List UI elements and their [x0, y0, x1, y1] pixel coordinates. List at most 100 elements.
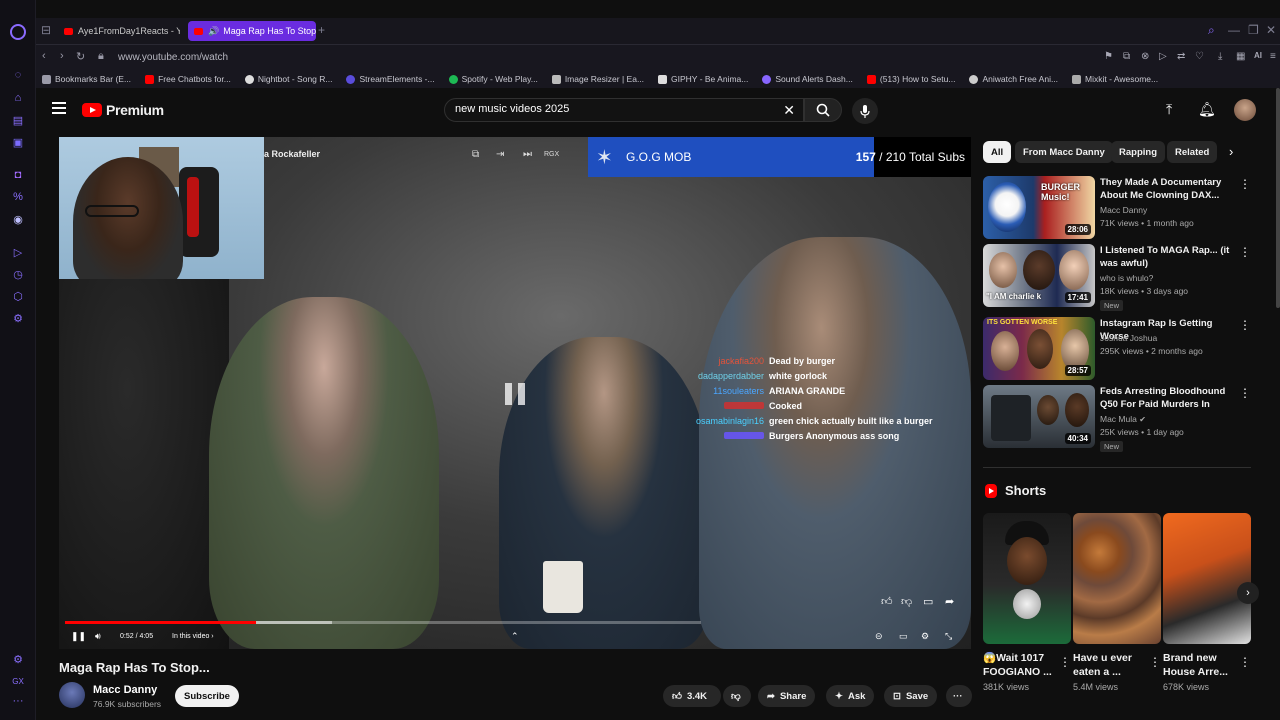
new-tab-icon[interactable]: + — [318, 23, 325, 37]
recommendation-item[interactable]: BURGER Music! 28:06 They Made A Document… — [983, 176, 1251, 240]
short-thumbnail[interactable] — [1163, 513, 1251, 644]
more-vert-icon[interactable]: ⋮ — [1239, 177, 1251, 191]
play-icon[interactable]: ▷ — [1159, 51, 1167, 62]
video-thumbnail[interactable]: 40:34 — [983, 385, 1095, 448]
more-vert-icon[interactable]: ⋮ — [1059, 655, 1071, 669]
bookmark-item[interactable]: Nightbot - Song R... — [244, 74, 332, 84]
volume-icon[interactable]: 🔊︎ — [95, 631, 101, 642]
search-button[interactable] — [804, 98, 842, 122]
subscribe-button[interactable]: Subscribe — [175, 685, 239, 707]
page-scrollbar[interactable] — [1276, 88, 1280, 308]
short-title[interactable]: 😱Wait 1017 FOOGIANO ... — [983, 651, 1057, 679]
bookmark-item[interactable]: Image Resizer | Ea... — [551, 74, 644, 84]
share-button[interactable]: ➦ Share — [758, 685, 816, 707]
dislike-button[interactable]: 👎︎ — [723, 685, 751, 707]
tab-manager-icon[interactable]: ⊟ — [41, 23, 51, 37]
settings-icon[interactable]: ⚙ — [9, 309, 27, 327]
heart-icon[interactable]: ♡ — [1195, 51, 1204, 62]
tab-aye1fromday1reacts[interactable]: Aye1FromDay1Reacts - Yo — [58, 21, 180, 41]
chapter-button[interactable]: In this video › — [172, 633, 214, 640]
short-thumbnail[interactable] — [1073, 513, 1161, 644]
bookmark-item[interactable]: Mixkit - Awesome... — [1072, 74, 1158, 84]
recommendation-channel[interactable]: who is whulo? — [1100, 273, 1153, 283]
twitch-icon[interactable]: ◘ — [9, 166, 27, 184]
bookmark-item[interactable]: StreamElements -... — [346, 74, 435, 84]
short-thumbnail[interactable] — [983, 513, 1071, 644]
opera-logo-icon[interactable] — [10, 24, 26, 40]
ask-button[interactable]: ✦ Ask — [826, 685, 875, 707]
reload-icon[interactable]: ↻ — [76, 50, 85, 63]
bookmark-item[interactable]: Aniwatch Free Ani... — [969, 74, 1058, 84]
video-player[interactable]: a Rockafeller ⧉ ⇥ ⏭ RGX ✶ G.O.G MOB 157 … — [59, 137, 971, 649]
chevron-right-icon[interactable]: › — [1229, 144, 1233, 159]
more-vert-icon[interactable]: ⋮ — [1149, 655, 1161, 669]
workspaces-icon[interactable]: ⌂ — [9, 89, 27, 107]
forward-icon[interactable]: › — [60, 50, 64, 62]
more-actions-button[interactable]: ··· — [946, 685, 972, 707]
like-button[interactable]: 👍︎ 3.4K — [663, 685, 721, 707]
pin-icon[interactable]: % — [9, 188, 27, 206]
recommendation-item[interactable]: ITS GOTTEN WORSE 28:57 Instagram Rap Is … — [983, 317, 1251, 381]
fullscreen-icon[interactable]: ⤡ — [945, 631, 952, 642]
notifications-bell-icon[interactable]: 🔔︎ — [1198, 101, 1216, 118]
ai-button[interactable]: AI — [1254, 51, 1262, 60]
more-vert-icon[interactable]: ⋮ — [1239, 318, 1251, 332]
more-vert-icon[interactable]: ⋮ — [1239, 386, 1251, 400]
recommendation-title[interactable]: Feds Arresting Bloodhound Q50 For Paid M… — [1100, 385, 1236, 411]
recommendation-item[interactable]: "I AM charlie k 17:41 I Listened To MAGA… — [983, 244, 1251, 311]
easy-setup-icon[interactable]: ▤ — [9, 111, 27, 129]
settings-gear-icon[interactable]: ⚙ — [921, 631, 929, 642]
video-thumbnail[interactable]: "I AM charlie k 17:41 — [983, 244, 1095, 307]
video-thumbnail[interactable]: BURGER Music! 28:06 — [983, 176, 1095, 239]
speaker-icon[interactable]: 🔊 — [208, 26, 219, 37]
extensions-icon[interactable]: ⬡ — [9, 287, 27, 305]
recommendation-channel[interactable]: Mac Mula ✔ — [1100, 414, 1146, 424]
messenger-icon[interactable]: ▣ — [9, 133, 27, 151]
bookmark-icon[interactable]: ⚑ — [1104, 51, 1113, 62]
more-icon[interactable]: ··· — [9, 692, 27, 710]
youtube-premium-logo[interactable]: Premium — [82, 102, 164, 118]
snapshot-icon[interactable]: ⧉ — [1123, 51, 1130, 62]
short-title[interactable]: Have u ever eaten a ... — [1073, 651, 1147, 679]
short-item[interactable]: Brand new House Arre... 678K views ⋮ — [1163, 513, 1251, 692]
guide-menu-icon[interactable] — [52, 102, 66, 114]
tab-search-icon[interactable]: ⌕ — [1208, 23, 1215, 38]
gx-cleaner-icon[interactable]: GX — [9, 672, 27, 690]
recommendation-title[interactable]: They Made A Documentary About Me Clownin… — [1100, 176, 1236, 202]
bookmark-item[interactable]: Free Chatbots for... — [145, 74, 231, 84]
channel-avatar[interactable] — [59, 682, 85, 708]
autoplay-toggle[interactable]: ⊝ — [875, 631, 883, 642]
bookmark-item[interactable]: Spotify - Web Play... — [448, 74, 538, 84]
captions-icon[interactable]: ▭ — [899, 631, 908, 642]
bookmark-item[interactable]: (513) How to Setu... — [866, 74, 955, 84]
gx-control-icon[interactable]: ⚙ — [9, 650, 27, 668]
video-thumbnail[interactable]: ITS GOTTEN WORSE 28:57 — [983, 317, 1095, 380]
bookmark-item[interactable]: GIPHY - Be Anima... — [658, 74, 748, 84]
download-icon[interactable]: ⤓ — [1218, 51, 1222, 62]
lock-icon[interactable]: 🔒︎ — [98, 50, 104, 63]
menu-icon[interactable]: ≡ — [1270, 51, 1276, 62]
aria-icon[interactable]: ◌ — [9, 66, 27, 84]
account-avatar[interactable] — [1234, 99, 1256, 121]
search-input[interactable] — [455, 103, 755, 115]
upload-icon[interactable]: ⤒ — [1166, 101, 1172, 118]
restore-icon[interactable]: ❐ — [1248, 23, 1259, 37]
chip-related[interactable]: Related — [1167, 141, 1218, 163]
pause-icon[interactable]: ❚❚ — [71, 631, 86, 642]
bookmark-item[interactable]: Bookmarks Bar (E... — [42, 74, 131, 84]
more-vert-icon[interactable]: ⋮ — [1239, 245, 1251, 259]
voice-search-button[interactable] — [852, 98, 878, 124]
channel-name[interactable]: Macc Danny — [93, 684, 157, 696]
history-icon[interactable]: ◷ — [9, 265, 27, 283]
player-icon[interactable]: ▷ — [9, 243, 27, 261]
recommendation-item[interactable]: 40:34 Feds Arresting Bloodhound Q50 For … — [983, 385, 1251, 452]
more-vert-icon[interactable]: ⋮ — [1239, 655, 1251, 669]
short-title[interactable]: Brand new House Arre... — [1163, 651, 1237, 679]
chip-all[interactable]: All — [983, 141, 1012, 163]
chevron-up-icon[interactable]: ⌃ — [511, 631, 519, 642]
chip-rapping[interactable]: Rapping — [1111, 141, 1165, 163]
save-button[interactable]: ⊡ Save — [884, 685, 938, 707]
close-window-icon[interactable]: ✕ — [1266, 23, 1276, 37]
back-icon[interactable]: ‹ — [42, 50, 46, 62]
shorts-next-button[interactable]: › — [1237, 582, 1259, 604]
